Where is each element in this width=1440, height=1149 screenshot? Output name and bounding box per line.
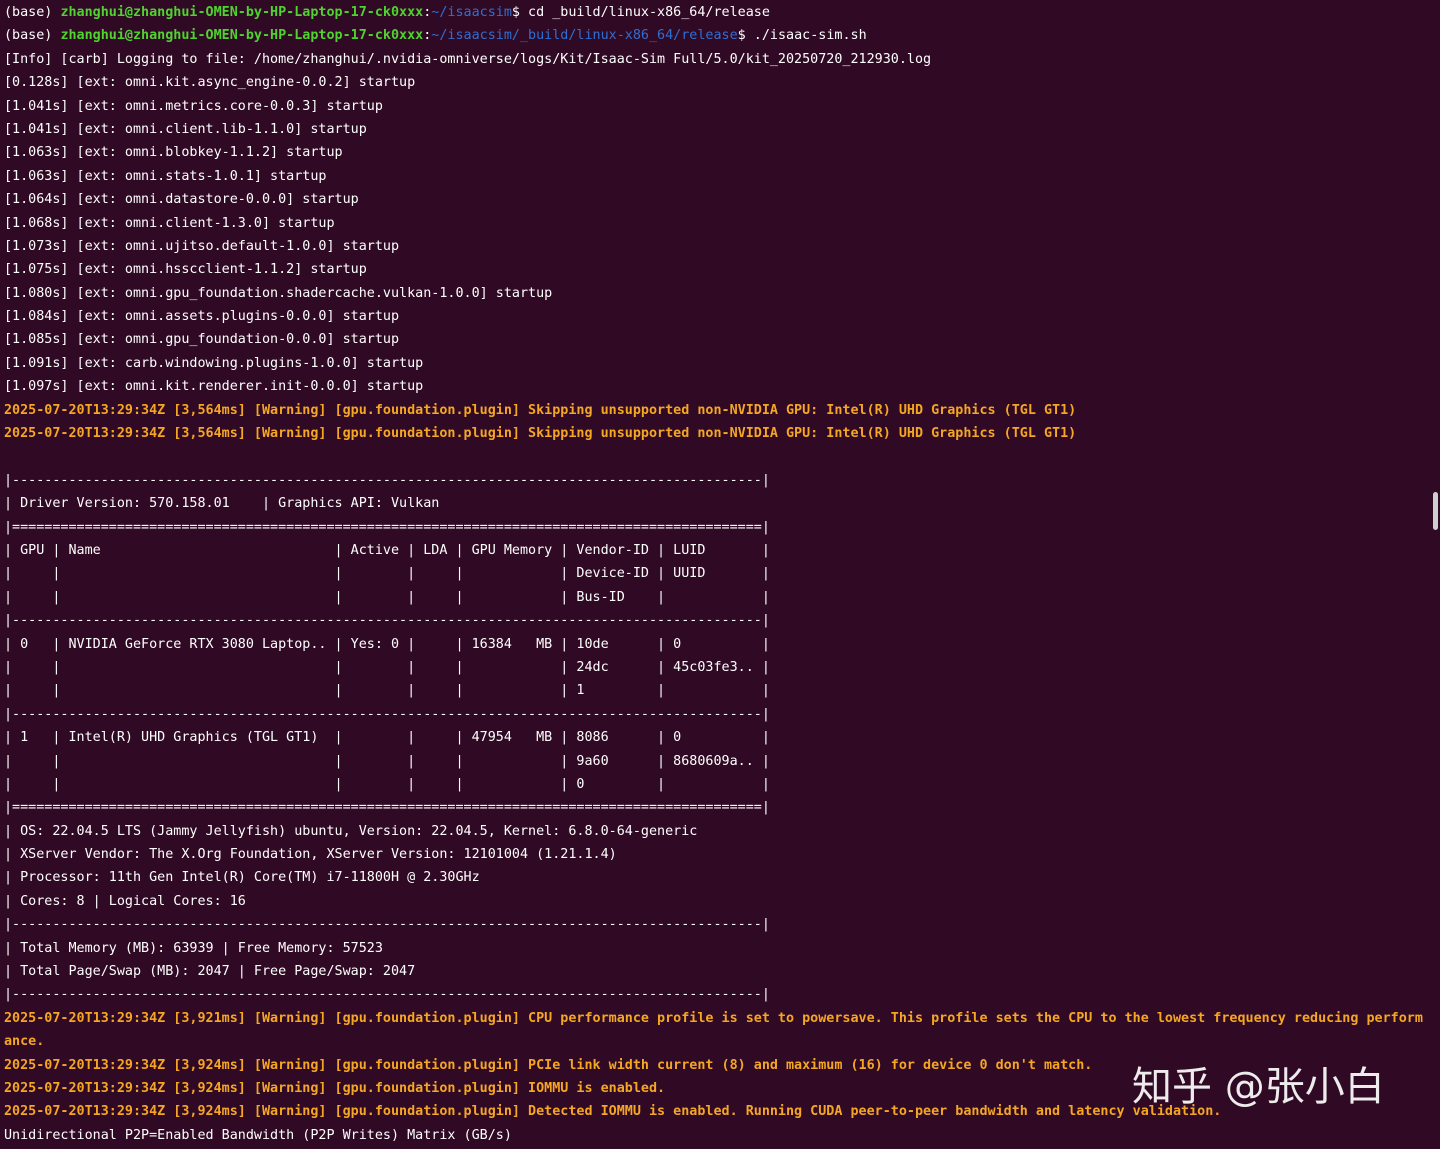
output-line: [1.091s] [ext: carb.windowing.plugins-1.… bbox=[4, 355, 424, 371]
warning-line: ance. bbox=[4, 1034, 45, 1050]
output-line: |=======================================… bbox=[4, 519, 770, 535]
output-line: | | | | | | 1 | | bbox=[4, 683, 770, 699]
output-line: [1.064s] [ext: omni.datastore-0.0.0] sta… bbox=[4, 192, 359, 208]
output-line: | Total Memory (MB): 63939 | Free Memory… bbox=[4, 940, 383, 956]
output-line: |---------------------------------------… bbox=[4, 613, 770, 629]
output-line: Unidirectional P2P=Enabled Bandwidth (P2… bbox=[4, 1127, 512, 1143]
prompt-line: (base) zhanghui@zhanghui-OMEN-by-HP-Lapt… bbox=[4, 1, 1434, 24]
output-line: | Total Page/Swap (MB): 2047 | Free Page… bbox=[4, 964, 416, 980]
output-line: [1.063s] [ext: omni.blobkey-1.1.2] start… bbox=[4, 145, 343, 161]
output-line: | Cores: 8 | Logical Cores: 16 bbox=[4, 893, 246, 909]
prompt-path: ~/isaacsim bbox=[431, 5, 512, 20]
output-line: | | | | | | Bus-ID | | bbox=[4, 589, 770, 605]
output-line: [1.085s] [ext: omni.gpu_foundation-0.0.0… bbox=[4, 332, 400, 348]
output-line: | | | | | | Device-ID | UUID | bbox=[4, 566, 770, 582]
output-line bbox=[4, 445, 1434, 468]
prompt-env: (base) bbox=[4, 5, 61, 20]
output-line: | 0 | NVIDIA GeForce RTX 3080 Laptop.. |… bbox=[4, 636, 770, 652]
prompt-user-host: zhanghui@zhanghui-OMEN-by-HP-Laptop-17-c… bbox=[60, 28, 424, 44]
output-line: [Info] [carb] Logging to file: /home/zha… bbox=[4, 51, 932, 67]
output-line: [1.068s] [ext: omni.client-1.3.0] startu… bbox=[4, 215, 335, 231]
prompt-command: $ ./isaac-sim.sh bbox=[737, 28, 867, 44]
output-line: [1.073s] [ext: omni.ujitso.default-1.0.0… bbox=[4, 238, 400, 254]
prompt-env: (base) bbox=[4, 28, 61, 44]
output-line: [1.084s] [ext: omni.assets.plugins-0.0.0… bbox=[4, 309, 400, 325]
prompt-path: ~/isaacsim/_build/linux-x86_64/release bbox=[431, 28, 738, 44]
prompt-command: $ cd _build/linux-x86_64/release bbox=[511, 5, 770, 20]
output-line: | | | | | | 9a60 | 8680609a.. | bbox=[4, 753, 770, 769]
output-line: | GPU | Name | Active | LDA | GPU Memory… bbox=[4, 542, 770, 558]
output-line: | OS: 22.04.5 LTS (Jammy Jellyfish) ubun… bbox=[4, 823, 698, 839]
warning-line: 2025-07-20T13:29:34Z [3,921ms] [Warning]… bbox=[4, 1010, 1423, 1026]
output-line: | | | | | | 24dc | 45c03fe3.. | bbox=[4, 659, 770, 675]
warning-line: 2025-07-20T13:29:34Z [3,564ms] [Warning]… bbox=[4, 402, 1077, 418]
output-line: [1.097s] [ext: omni.kit.renderer.init-0.… bbox=[4, 379, 424, 395]
output-line: [0.128s] [ext: omni.kit.async_engine-0.0… bbox=[4, 75, 416, 91]
output-line: [1.041s] [ext: omni.client.lib-1.1.0] st… bbox=[4, 121, 367, 137]
output-line: | 1 | Intel(R) UHD Graphics (TGL GT1) | … bbox=[4, 730, 770, 746]
output-line: [1.063s] [ext: omni.stats-1.0.1] startup bbox=[4, 168, 327, 184]
output-line: |---------------------------------------… bbox=[4, 706, 770, 722]
output-line: [1.075s] [ext: omni.hsscclient-1.1.2] st… bbox=[4, 262, 367, 278]
terminal-window[interactable]: (base) zhanghui@zhanghui-OMEN-by-HP-Lapt… bbox=[0, 0, 1440, 1149]
output-line: |---------------------------------------… bbox=[4, 472, 770, 488]
prompt-user-host: zhanghui@zhanghui-OMEN-by-HP-Laptop-17-c… bbox=[60, 5, 424, 20]
output-line: | Driver Version: 570.158.01 | Graphics … bbox=[4, 496, 440, 512]
terminal-output: (base) zhanghui@zhanghui-OMEN-by-HP-Lapt… bbox=[4, 1, 1434, 1147]
output-line: |=======================================… bbox=[4, 800, 770, 816]
output-line: | Processor: 11th Gen Intel(R) Core(TM) … bbox=[4, 870, 480, 886]
watermark-logo: 知乎 @张小白 bbox=[1132, 1064, 1385, 1110]
output-line: | XServer Vendor: The X.Org Foundation, … bbox=[4, 847, 617, 863]
output-line: | | | | | | 0 | | bbox=[4, 776, 770, 792]
output-line: |---------------------------------------… bbox=[4, 917, 770, 933]
output-line: |---------------------------------------… bbox=[4, 987, 770, 1003]
output-line: [1.080s] [ext: omni.gpu_foundation.shade… bbox=[4, 285, 553, 301]
scrollbar[interactable] bbox=[1430, 0, 1440, 1149]
prompt-line: (base) zhanghui@zhanghui-OMEN-by-HP-Lapt… bbox=[4, 24, 1434, 47]
output-line: [1.041s] [ext: omni.metrics.core-0.0.3] … bbox=[4, 98, 383, 114]
scrollbar-thumb[interactable] bbox=[1433, 492, 1438, 530]
warning-line: 2025-07-20T13:29:34Z [3,564ms] [Warning]… bbox=[4, 426, 1077, 442]
